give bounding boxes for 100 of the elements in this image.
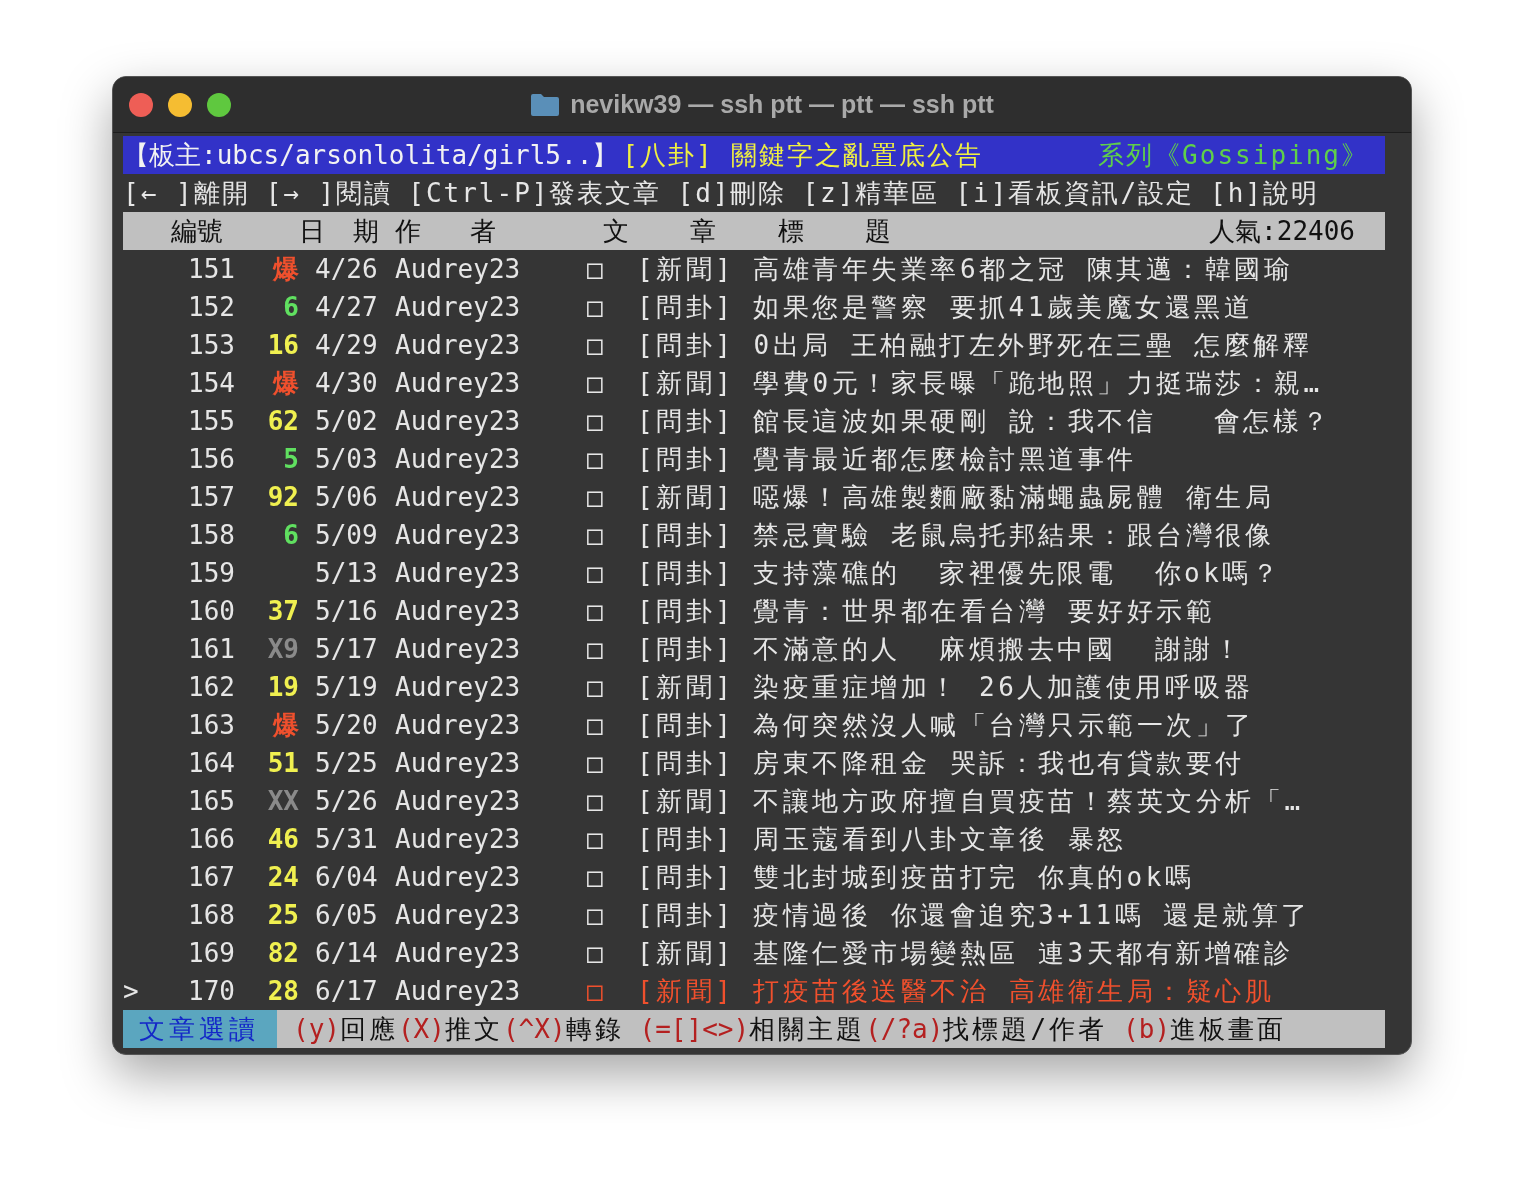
post-date: 5/26: [314, 786, 379, 816]
hint-label: 轉錄: [565, 1012, 624, 1046]
command-hint: [i]看板資訊/設定: [955, 176, 1195, 210]
recommend-count: 82: [266, 938, 299, 968]
read-mark: □: [587, 786, 604, 816]
folder-icon: [530, 92, 561, 117]
post-title[interactable]: [問卦] 支持藻礁的 家裡優先限電 你ok嗎？: [637, 555, 1282, 591]
command-hint: [Ctrl-P]發表文章: [408, 176, 662, 210]
recommend-count: 6: [282, 292, 299, 322]
command-hint: [→ ]閱讀: [265, 176, 393, 210]
post-date: 4/30: [314, 368, 379, 398]
post-title[interactable]: [問卦] 為何突然沒人喊「台灣只示範一次」了: [637, 707, 1255, 743]
post-date: 5/31: [314, 824, 379, 854]
post-number: 153: [187, 330, 235, 360]
post-author: Audrey23: [394, 254, 522, 284]
command-hint: [h]說明: [1210, 176, 1319, 210]
post-date: 5/13: [314, 558, 379, 588]
hint-label: 推文: [444, 1012, 503, 1046]
post-author: Audrey23: [394, 938, 522, 968]
post-author: Audrey23: [394, 976, 522, 1006]
post-title[interactable]: [問卦] 房東不降租金 哭訴：我也有貸款要付: [637, 745, 1245, 781]
post-title[interactable]: [新聞] 高雄青年失業率6都之冠 陳其邁：韓國瑜: [637, 251, 1294, 287]
read-mark: □: [587, 254, 604, 284]
recommend-count: 爆: [271, 366, 299, 400]
post-author: Audrey23: [394, 786, 522, 816]
post-date: 5/16: [314, 596, 379, 626]
recommend-count: 37: [266, 596, 299, 626]
post-date: 5/17: [314, 634, 379, 664]
post-title[interactable]: [新聞] 噁爆！高雄製麵廠黏滿蠅蟲屍體 衛生局: [637, 479, 1275, 515]
minimize-icon[interactable]: [168, 92, 192, 117]
post-date: 6/05: [314, 900, 379, 930]
read-mark: □: [587, 824, 604, 854]
recommend-count: 爆: [271, 708, 299, 742]
notice-text: [八卦] 關鍵字之亂置底公告: [622, 138, 984, 172]
post-author: Audrey23: [394, 710, 522, 740]
post-date: 4/27: [314, 292, 379, 322]
hint-label: 回應: [339, 1012, 398, 1046]
hint-label: 進板畫面: [1170, 1012, 1287, 1046]
post-title[interactable]: [問卦] 覺青最近都怎麼檢討黑道事件: [637, 441, 1137, 477]
recommend-count: 46: [266, 824, 299, 854]
post-author: Audrey23: [394, 558, 522, 588]
hint-key: (^X): [502, 1014, 566, 1044]
post-title[interactable]: [問卦] 0出局 王柏融打左外野死在三壘 怎麼解釋: [637, 327, 1313, 363]
post-date: 5/25: [314, 748, 379, 778]
column-header: 編號: [170, 214, 224, 248]
maximize-icon[interactable]: [207, 92, 231, 117]
post-number: 168: [187, 900, 235, 930]
recommend-count: XX: [266, 786, 299, 816]
post-author: Audrey23: [394, 444, 522, 474]
post-title[interactable]: [新聞] 基隆仁愛市場變熱區 連3天都有新增確診: [637, 935, 1294, 971]
read-mark: □: [587, 596, 604, 626]
recommend-count: 51: [266, 748, 299, 778]
hint-key: (b): [1123, 1014, 1171, 1044]
post-number: 159: [187, 558, 235, 588]
post-title[interactable]: [新聞] 不讓地方政府擅自買疫苗！蔡英文分析「…: [637, 783, 1304, 819]
post-author: Audrey23: [394, 634, 522, 664]
moderator-text: 【板主:ubcs/arsonlolita/girl5..】: [123, 138, 619, 172]
recommend-count: 24: [266, 862, 299, 892]
post-title[interactable]: [問卦] 禁忌實驗 老鼠烏托邦結果：跟台灣很像: [637, 517, 1275, 553]
post-number: 162: [187, 672, 235, 702]
command-hint: [z]精華區: [802, 176, 940, 210]
post-date: 5/20: [314, 710, 379, 740]
recommend-count: 19: [266, 672, 299, 702]
post-number: 158: [187, 520, 235, 550]
post-title[interactable]: [問卦] 周玉蔻看到八卦文章後 暴怒: [637, 821, 1127, 857]
mode-label: 文章選讀: [123, 1010, 277, 1048]
post-title[interactable]: [問卦] 覺青：世界都在看台灣 要好好示範: [637, 593, 1216, 629]
hint-key: (X): [397, 1014, 445, 1044]
post-date: 5/06: [314, 482, 379, 512]
post-title[interactable]: [問卦] 館長這波如果硬剛 說：我不信 會怎樣？: [637, 403, 1332, 439]
series-text: 系列《Gossiping》: [1098, 138, 1369, 172]
post-date: 6/04: [314, 862, 379, 892]
post-title[interactable]: [問卦] 如果您是警察 要抓41歲美魔女還黑道: [637, 289, 1254, 325]
read-mark: □: [587, 406, 604, 436]
read-mark: □: [587, 330, 604, 360]
read-mark: □: [587, 634, 604, 664]
post-title[interactable]: [問卦] 疫情過後 你還會追究3+11嗎 還是就算了: [637, 897, 1311, 933]
read-mark: □: [587, 444, 604, 474]
post-date: 4/29: [314, 330, 379, 360]
post-number: 170: [187, 976, 235, 1006]
post-title[interactable]: [問卦] 不滿意的人 麻煩搬去中國 謝謝！: [637, 631, 1244, 667]
popularity-count: 人氣:22406: [1209, 214, 1355, 248]
post-author: Audrey23: [394, 292, 522, 322]
post-date: 5/19: [314, 672, 379, 702]
post-title[interactable]: [新聞] 染疫重症增加！ 26人加護使用呼吸器: [637, 669, 1254, 705]
post-date: 5/02: [314, 406, 379, 436]
post-number: 166: [187, 824, 235, 854]
column-header: 日 期: [299, 214, 386, 248]
post-title[interactable]: [問卦] 雙北封城到疫苗打完 你真的ok嗎: [637, 859, 1195, 895]
post-author: Audrey23: [394, 748, 522, 778]
post-number: 151: [187, 254, 235, 284]
post-title[interactable]: [新聞] 學費0元！家長曝「跪地照」力挺瑞莎：親…: [637, 365, 1323, 401]
close-icon[interactable]: [129, 92, 153, 117]
post-author: Audrey23: [394, 368, 522, 398]
post-author: Audrey23: [394, 862, 522, 892]
read-mark: □: [587, 368, 604, 398]
post-date: 5/09: [314, 520, 379, 550]
read-mark: □: [587, 938, 604, 968]
read-mark: □: [587, 862, 604, 892]
post-date: 4/26: [314, 254, 379, 284]
